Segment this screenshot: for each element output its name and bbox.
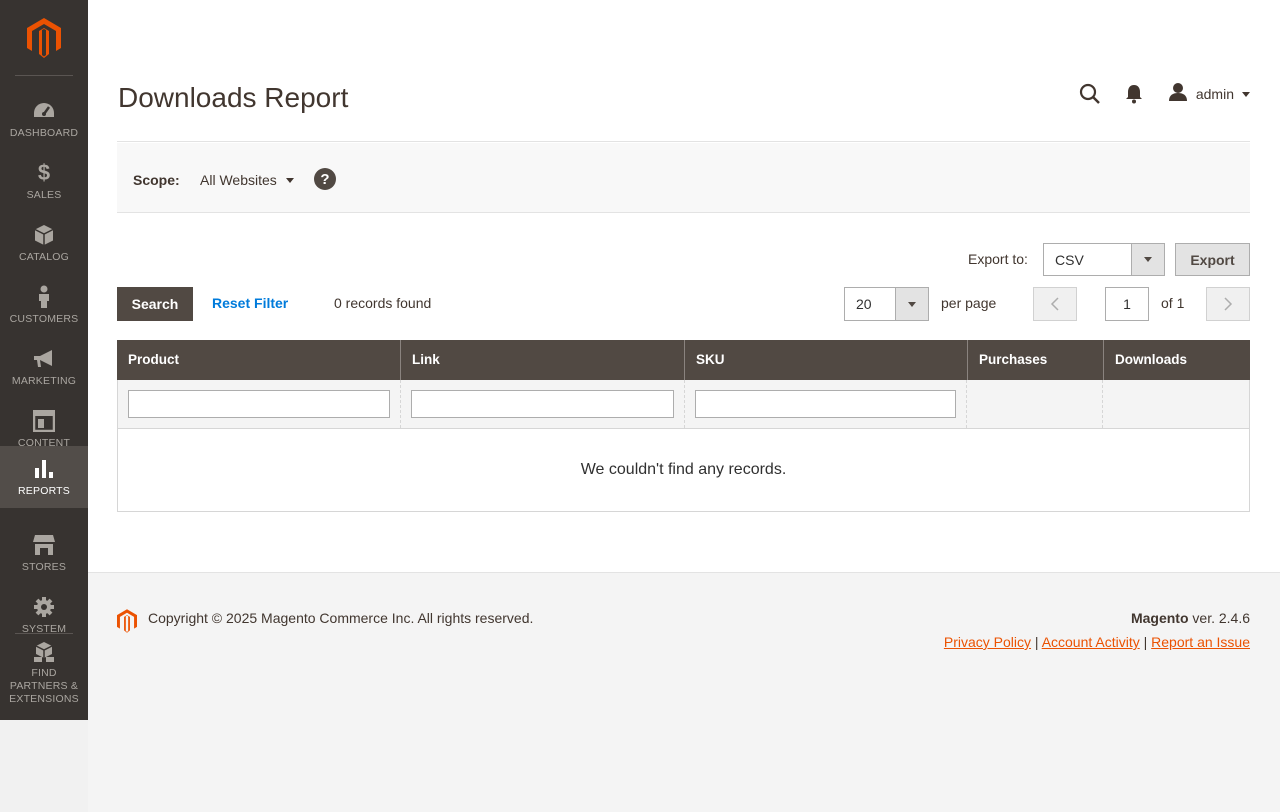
sidebar-divider bbox=[15, 633, 73, 634]
storefront-icon bbox=[32, 533, 56, 557]
cubes-icon bbox=[32, 640, 56, 663]
scope-value: All Websites bbox=[200, 172, 277, 188]
layout-icon bbox=[33, 409, 55, 433]
dropdown-toggle[interactable] bbox=[1131, 244, 1164, 275]
sidebar-item-reports[interactable]: REPORTS bbox=[0, 446, 88, 508]
chevron-right-icon bbox=[1224, 297, 1233, 311]
sidebar-divider bbox=[15, 75, 73, 76]
sidebar-item-label: SALES bbox=[26, 188, 62, 201]
product-filter-input[interactable] bbox=[128, 390, 391, 418]
column-header-downloads[interactable]: Downloads bbox=[1104, 340, 1250, 380]
user-icon bbox=[1168, 82, 1188, 107]
column-header-purchases[interactable]: Purchases bbox=[968, 340, 1104, 380]
sidebar-item-label: CATALOG bbox=[18, 250, 70, 263]
divider bbox=[117, 141, 1250, 142]
version-number: ver. 2.4.6 bbox=[1188, 610, 1250, 626]
user-name: admin bbox=[1195, 86, 1234, 102]
sidebar-item-system[interactable]: SYSTEM bbox=[0, 584, 88, 646]
filter-cell bbox=[401, 380, 685, 428]
export-label: Export to: bbox=[968, 251, 1028, 267]
chevron-down-icon bbox=[1144, 257, 1152, 262]
page-title: Downloads Report bbox=[118, 82, 349, 113]
dashboard-icon bbox=[32, 99, 56, 123]
sidebar-item-customers[interactable]: CUSTOMERS bbox=[0, 274, 88, 336]
megaphone-icon bbox=[32, 347, 56, 371]
total-pages: of 1 bbox=[1161, 295, 1185, 311]
chevron-down-icon bbox=[285, 177, 294, 183]
scope-label: Scope: bbox=[133, 172, 180, 188]
chevron-down-icon bbox=[1242, 91, 1250, 97]
per-page-select[interactable]: 20 bbox=[844, 287, 929, 321]
empty-grid-message: We couldn't find any records. bbox=[117, 429, 1250, 512]
previous-page-button[interactable] bbox=[1033, 287, 1077, 321]
gear-icon bbox=[33, 595, 55, 619]
chevron-left-icon bbox=[1050, 297, 1059, 311]
page-number-input[interactable] bbox=[1105, 287, 1149, 321]
search-button[interactable]: Search bbox=[117, 287, 193, 321]
scope-switcher[interactable]: All Websites bbox=[200, 172, 294, 188]
magento-logo-icon[interactable] bbox=[0, 0, 88, 75]
export-button[interactable]: Export bbox=[1175, 243, 1250, 276]
report-issue-link[interactable]: Report an Issue bbox=[1151, 634, 1250, 650]
sidebar-item-stores[interactable]: STORES bbox=[0, 522, 88, 584]
data-grid: Product Link SKU Purchases Downloads We … bbox=[117, 340, 1250, 512]
grid-header-row: Product Link SKU Purchases Downloads bbox=[117, 340, 1250, 380]
reset-filter-link[interactable]: Reset Filter bbox=[212, 295, 288, 311]
bar-chart-icon bbox=[33, 457, 55, 481]
privacy-policy-link[interactable]: Privacy Policy bbox=[944, 634, 1031, 650]
main-content: Downloads Report admin Scope: All Websit… bbox=[88, 0, 1280, 572]
admin-sidebar: DASHBOARD $ SALES CATALOG CUSTOMERS MARK… bbox=[0, 0, 88, 720]
filter-cell bbox=[1103, 380, 1249, 428]
link-filter-input[interactable] bbox=[411, 390, 674, 418]
brand-name: Magento bbox=[1130, 610, 1189, 626]
sidebar-item-label: FIND PARTNERS & EXTENSIONS bbox=[9, 667, 79, 705]
filter-cell bbox=[967, 380, 1104, 428]
sidebar-item-label: DASHBOARD bbox=[9, 126, 79, 139]
search-icon[interactable] bbox=[1068, 78, 1112, 110]
sku-filter-input[interactable] bbox=[694, 390, 957, 418]
page-footer: Copyright © 2025 Magento Commerce Inc. A… bbox=[88, 572, 1280, 812]
sidebar-item-label: MARKETING bbox=[11, 374, 77, 387]
sidebar-item-sales[interactable]: $ SALES bbox=[0, 150, 88, 212]
sidebar-item-find-partners[interactable]: FIND PARTNERS & EXTENSIONS bbox=[0, 640, 88, 706]
filter-cell bbox=[685, 380, 968, 428]
person-icon bbox=[37, 285, 51, 309]
magento-logo-icon bbox=[117, 609, 137, 638]
account-activity-link[interactable]: Account Activity bbox=[1042, 634, 1140, 650]
column-header-link[interactable]: Link bbox=[401, 340, 685, 380]
export-format-value: CSV bbox=[1055, 252, 1084, 268]
column-header-sku[interactable]: SKU bbox=[685, 340, 968, 380]
help-icon[interactable]: ? bbox=[314, 168, 336, 190]
header-actions: admin bbox=[1068, 78, 1280, 110]
sidebar-item-label: REPORTS bbox=[18, 484, 70, 497]
per-page-label: per page bbox=[941, 295, 997, 311]
scope-bar: Scope: All Websites ? bbox=[117, 143, 1250, 213]
sidebar-item-marketing[interactable]: MARKETING bbox=[0, 336, 88, 398]
sidebar-item-label: STORES bbox=[21, 560, 67, 573]
grid-filter-row bbox=[117, 380, 1250, 429]
dollar-icon: $ bbox=[37, 159, 51, 185]
chevron-down-icon bbox=[908, 301, 916, 307]
sidebar-item-dashboard[interactable]: DASHBOARD bbox=[0, 88, 88, 150]
version-info: Magento ver. 2.4.6 bbox=[1131, 610, 1250, 626]
dropdown-toggle[interactable] bbox=[895, 288, 928, 320]
sidebar-item-catalog[interactable]: CATALOG bbox=[0, 212, 88, 274]
filter-cell bbox=[118, 380, 402, 428]
user-menu[interactable]: admin bbox=[1156, 78, 1280, 110]
column-header-product[interactable]: Product bbox=[117, 340, 401, 380]
export-format-select[interactable]: CSV bbox=[1043, 243, 1165, 276]
box-icon bbox=[34, 223, 54, 247]
sidebar-item-label: CUSTOMERS bbox=[9, 312, 79, 325]
next-page-button[interactable] bbox=[1206, 287, 1250, 321]
records-count: 0 records found bbox=[334, 295, 432, 311]
bell-icon[interactable] bbox=[1112, 78, 1156, 110]
per-page-value: 20 bbox=[856, 296, 872, 312]
copyright-text: Copyright © 2025 Magento Commerce Inc. A… bbox=[148, 610, 534, 626]
footer-links: Privacy Policy | Account Activity | Repo… bbox=[943, 634, 1250, 650]
